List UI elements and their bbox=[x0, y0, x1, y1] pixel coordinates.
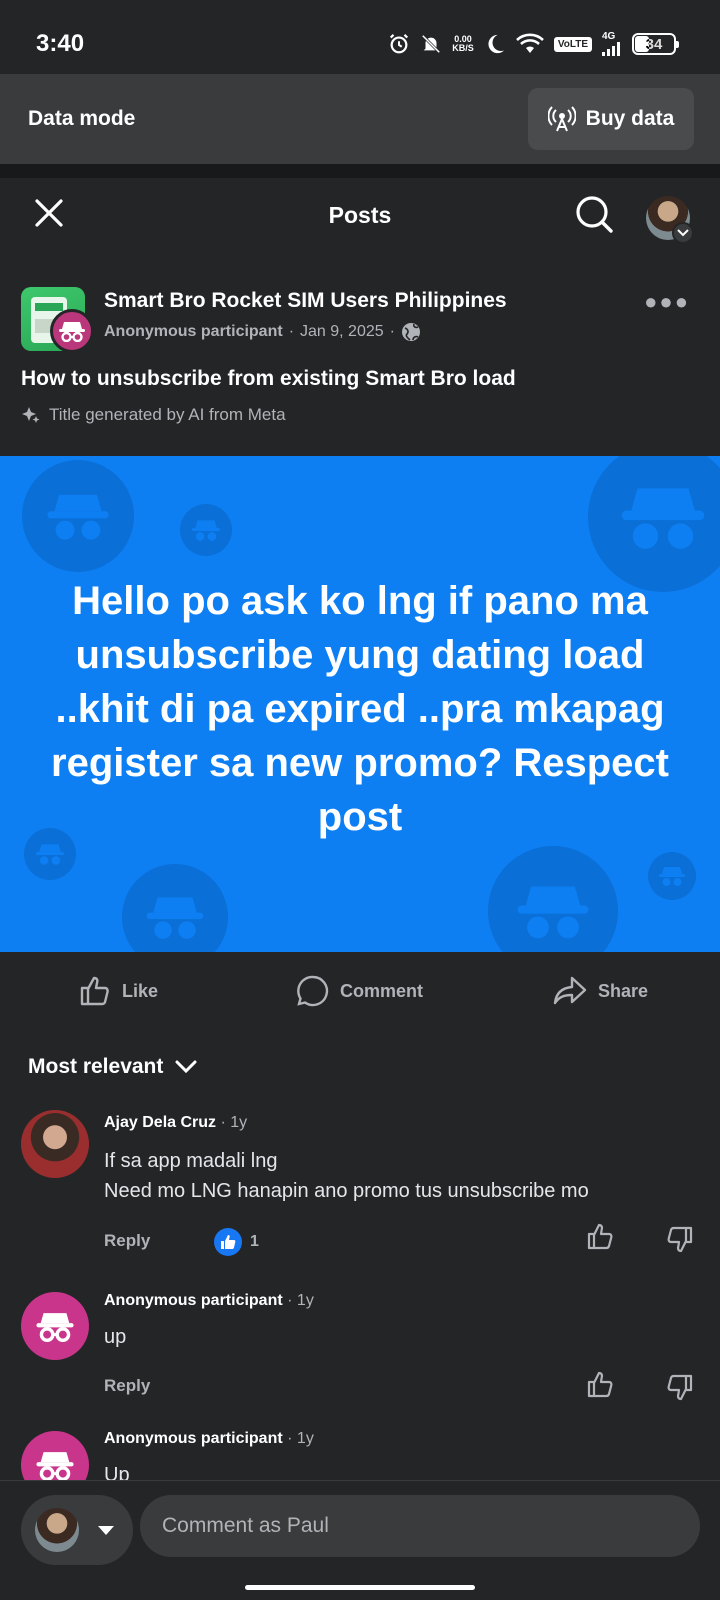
post-author: Anonymous participant bbox=[104, 323, 283, 340]
commenter-name[interactable]: Anonymous participant · 1y bbox=[104, 1292, 314, 1310]
posts-header: Posts bbox=[0, 178, 720, 258]
commenter-name[interactable]: Ajay Dela Cruz · 1y bbox=[104, 1114, 247, 1132]
caret-down-icon bbox=[98, 1525, 114, 1535]
divider bbox=[0, 164, 720, 178]
commenter-avatar[interactable] bbox=[21, 1110, 89, 1178]
comment-composer bbox=[0, 1480, 720, 1600]
like-label: Like bbox=[122, 980, 159, 1001]
alarm-icon bbox=[390, 34, 409, 54]
like-reaction-icon bbox=[214, 1228, 242, 1256]
status-time: 3:40 bbox=[36, 30, 85, 57]
comment-item: Anonymous participant · 1y Up bbox=[0, 1430, 720, 1480]
more-options-icon[interactable]: ●●● bbox=[644, 289, 690, 315]
status-icons: 0.00 KB/S VoLTE 4G 34 bbox=[388, 32, 679, 56]
chevron-down-icon bbox=[175, 1060, 197, 1074]
sort-label: Most relevant bbox=[28, 1055, 164, 1078]
home-indicator[interactable] bbox=[245, 1585, 475, 1590]
group-name[interactable]: Smart Bro Rocket SIM Users Philippines bbox=[104, 289, 507, 313]
reply-button[interactable]: Reply bbox=[104, 1231, 150, 1251]
volte-badge: VoLTE bbox=[553, 36, 592, 52]
wifi-icon bbox=[515, 33, 544, 53]
downvote-icon[interactable] bbox=[664, 1224, 694, 1254]
signal-icon: 4G bbox=[602, 32, 622, 56]
anonymous-bg-icon bbox=[588, 456, 720, 592]
antenna-icon bbox=[547, 106, 576, 132]
ai-title-note: Title generated by AI from Meta bbox=[21, 405, 286, 425]
meta-separator: · bbox=[389, 323, 395, 340]
comment-button[interactable]: Comment bbox=[296, 974, 423, 1008]
net-speed: 0.00 KB/S bbox=[452, 34, 474, 53]
share-button[interactable]: Share bbox=[552, 974, 648, 1008]
reply-button[interactable]: Reply bbox=[104, 1376, 150, 1396]
moon-icon bbox=[488, 34, 504, 54]
post-actions: Like Comment Share bbox=[0, 952, 720, 1032]
share-icon bbox=[553, 976, 587, 1005]
commenter-avatar[interactable] bbox=[21, 1431, 89, 1480]
comment-icon bbox=[297, 975, 329, 1007]
anonymous-icon bbox=[36, 1313, 74, 1342]
chevron-down-icon bbox=[672, 222, 694, 244]
post-body: Hello po ask ko lng if pano ma unsubscri… bbox=[51, 579, 669, 839]
comment-label: Comment bbox=[340, 980, 424, 1001]
comment-text: Up bbox=[104, 1464, 130, 1480]
post-title: How to unsubscribe from existing Smart B… bbox=[21, 367, 516, 390]
reaction-count[interactable]: 1 bbox=[214, 1228, 259, 1256]
post-text-background: Hello po ask ko lng if pano ma unsubscri… bbox=[0, 456, 720, 952]
anonymous-badge-icon bbox=[50, 309, 94, 353]
data-mode-bar: Data mode Buy data bbox=[0, 74, 720, 164]
buy-data-button[interactable]: Buy data bbox=[528, 88, 694, 150]
sparkle-icon bbox=[22, 407, 40, 423]
status-bar: 3:40 0.00 KB/S VoLTE 4G 34 bbox=[0, 0, 720, 74]
meta-separator: · bbox=[288, 323, 295, 340]
thumbs-up-icon bbox=[80, 976, 109, 1006]
comment-text: up bbox=[104, 1326, 127, 1348]
like-button[interactable]: Like bbox=[78, 974, 158, 1008]
upvote-icon[interactable] bbox=[586, 1222, 616, 1252]
post-date[interactable]: Jan 9, 2025 bbox=[300, 323, 384, 341]
comments-sort-dropdown[interactable]: Most relevant bbox=[28, 1055, 197, 1079]
downvote-icon[interactable] bbox=[664, 1372, 694, 1402]
search-icon[interactable] bbox=[572, 192, 616, 236]
profile-menu-button[interactable] bbox=[646, 196, 694, 244]
anonymous-bg-icon bbox=[488, 846, 618, 952]
comment-input[interactable] bbox=[140, 1495, 700, 1557]
mute-icon bbox=[422, 34, 441, 54]
comment-text: If sa app madali lng Need mo LNG hanapin… bbox=[104, 1150, 589, 1202]
comment-identity-selector[interactable] bbox=[21, 1495, 133, 1565]
globe-icon bbox=[401, 323, 420, 341]
ai-note-text: Title generated by AI from Meta bbox=[49, 405, 286, 424]
anonymous-bg-icon bbox=[180, 504, 232, 556]
anonymous-bg-icon bbox=[22, 460, 134, 572]
upvote-icon[interactable] bbox=[586, 1370, 616, 1400]
post-meta: Anonymous participant · Jan 9, 2025 · bbox=[104, 322, 421, 342]
anonymous-icon bbox=[36, 1452, 74, 1480]
battery-indicator: 34 bbox=[632, 33, 679, 55]
buy-data-label: Buy data bbox=[585, 107, 675, 130]
anonymous-bg-icon bbox=[122, 864, 228, 952]
avatar bbox=[35, 1508, 79, 1552]
commenter-avatar[interactable] bbox=[21, 1292, 89, 1360]
anonymous-bg-icon bbox=[648, 852, 696, 900]
share-label: Share bbox=[598, 980, 649, 1001]
commenter-name[interactable]: Anonymous participant · 1y bbox=[104, 1430, 314, 1448]
data-mode-label: Data mode bbox=[28, 107, 136, 130]
